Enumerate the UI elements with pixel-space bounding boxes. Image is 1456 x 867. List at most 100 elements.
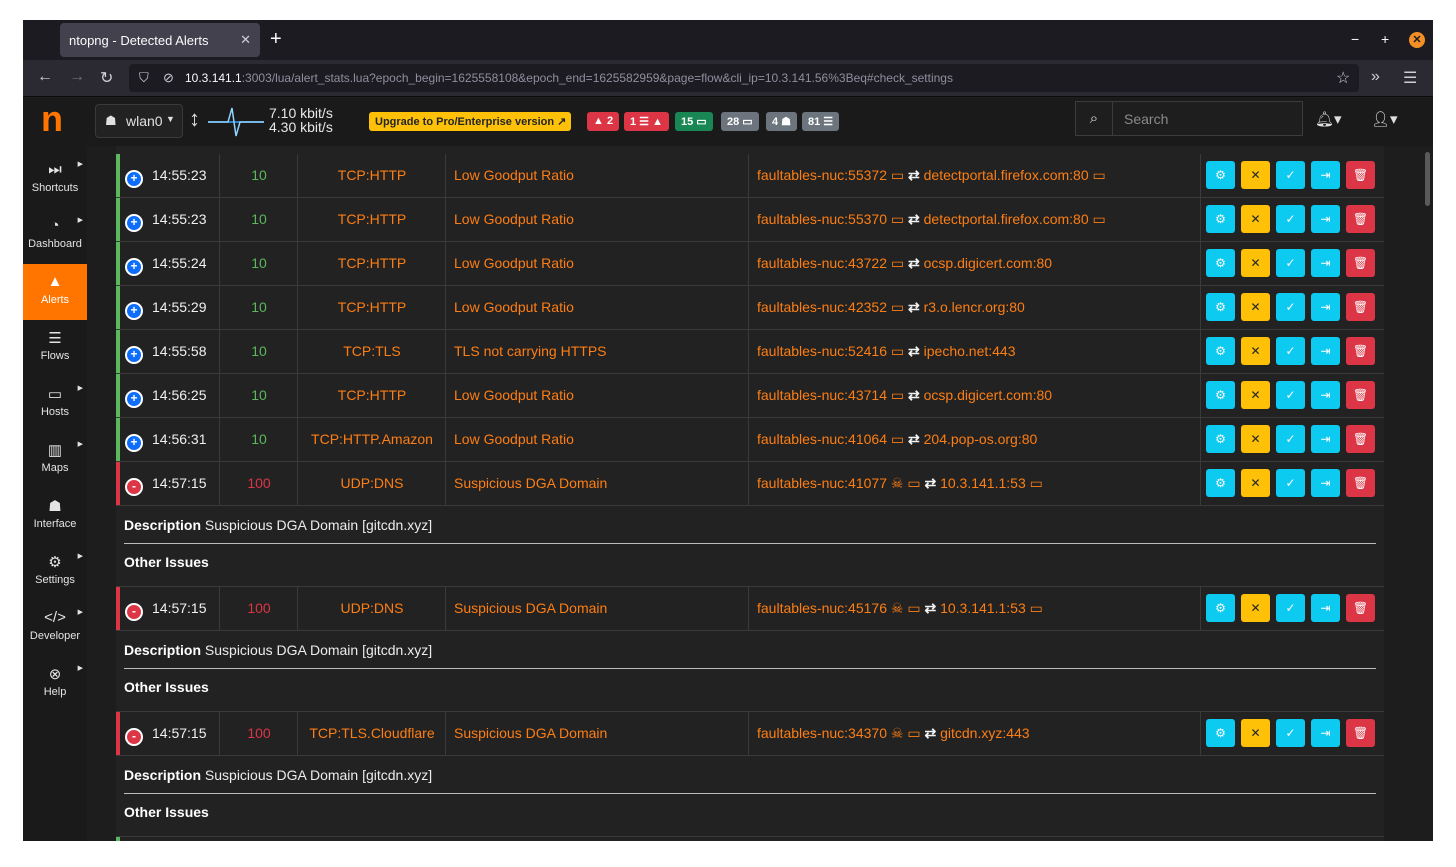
server-host[interactable]: ipecho.net:443 bbox=[924, 343, 1016, 359]
server-host[interactable]: detectportal.firefox.com:80 bbox=[924, 211, 1089, 227]
client-host[interactable]: faultables-nuc:52416 bbox=[757, 343, 887, 359]
sidebar-item-interface[interactable]: ☗ Interface bbox=[23, 488, 87, 544]
sidebar-item-developer[interactable]: </> Developer ▶ bbox=[23, 600, 87, 656]
l7-protocol[interactable]: TCP:TLS.Cloudflare bbox=[298, 725, 446, 741]
delete-trash-button[interactable]: 🗑︎ bbox=[1346, 469, 1375, 497]
exclude-host-button[interactable]: ⇥ bbox=[1311, 205, 1340, 233]
settings-gear-button[interactable]: ⚙ bbox=[1206, 719, 1235, 747]
l7-protocol[interactable]: TCP:HTTP bbox=[298, 211, 446, 227]
devices-badge[interactable]: 4 ☗ bbox=[766, 112, 798, 131]
exclude-host-button[interactable]: ⇥ bbox=[1311, 469, 1340, 497]
search-icon[interactable]: ⌕ bbox=[1076, 102, 1113, 135]
exclude-host-button[interactable]: ⇥ bbox=[1311, 719, 1340, 747]
client-host[interactable]: faultables-nuc:42352 bbox=[757, 299, 887, 315]
client-host[interactable]: faultables-nuc:55372 bbox=[757, 167, 887, 183]
flows-badge[interactable]: 81 ☰ bbox=[802, 112, 840, 131]
local-hosts-badge[interactable]: 15 ▭ bbox=[675, 112, 713, 131]
l7-protocol[interactable]: TCP:HTTP bbox=[298, 387, 446, 403]
user-menu-icon[interactable]: 👤︎▾ bbox=[1371, 110, 1398, 128]
sidebar-item-maps[interactable]: ▥ Maps ▶ bbox=[23, 432, 87, 488]
alert-type[interactable]: Low Goodput Ratio bbox=[454, 255, 574, 271]
acknowledge-user-button[interactable]: ✓ bbox=[1276, 469, 1305, 497]
alert-badge-engaged[interactable]: ▲ 2 bbox=[587, 112, 620, 131]
alert-type[interactable]: Suspicious DGA Domain bbox=[454, 475, 607, 491]
client-host[interactable]: faultables-nuc:41064 bbox=[757, 431, 887, 447]
exclude-host-button[interactable]: ⇥ bbox=[1311, 249, 1340, 277]
url-bar[interactable]: ⛉ ⊘ 10.3.141.1:3003/lua/alert_stats.lua?… bbox=[129, 64, 1359, 92]
browser-tab[interactable]: ntopng - Detected Alerts ✕ bbox=[60, 23, 260, 57]
client-host[interactable]: faultables-nuc:43714 bbox=[757, 387, 887, 403]
acknowledge-user-button[interactable]: ✓ bbox=[1276, 161, 1305, 189]
shield-icon[interactable]: ⛉ bbox=[139, 70, 149, 86]
acknowledge-user-button[interactable]: ✓ bbox=[1276, 249, 1305, 277]
url-text[interactable]: 10.3.141.1:3003/lua/alert_stats.lua?epoc… bbox=[185, 71, 953, 85]
server-host[interactable]: detectportal.firefox.com:80 bbox=[924, 167, 1089, 183]
alert-type[interactable]: Suspicious DGA Domain bbox=[454, 725, 607, 741]
disable-alert-button[interactable]: ✕ bbox=[1241, 594, 1270, 622]
ntopng-logo[interactable]: n bbox=[41, 101, 71, 138]
sidebar-item-flows[interactable]: ☰ Flows bbox=[23, 320, 87, 376]
back-arrow-icon[interactable]: ← bbox=[37, 68, 53, 86]
sidebar-item-hosts[interactable]: ▭ Hosts ▶ bbox=[23, 376, 87, 432]
page-scrollbar[interactable] bbox=[1425, 152, 1430, 206]
server-host[interactable]: r3.o.lencr.org:80 bbox=[924, 299, 1025, 315]
menu-icon[interactable]: ☰ bbox=[1403, 68, 1417, 88]
client-host[interactable]: faultables-nuc:45176 bbox=[757, 600, 887, 616]
sidebar-item-settings[interactable]: ⚙ Settings ▶ bbox=[23, 544, 87, 600]
alert-type[interactable]: Low Goodput Ratio bbox=[454, 167, 574, 183]
server-host[interactable]: 10.3.141.1:53 bbox=[940, 600, 1026, 616]
tab-close-icon[interactable]: ✕ bbox=[240, 32, 251, 48]
expand-icon[interactable]: + bbox=[125, 170, 143, 188]
disable-alert-button[interactable]: ✕ bbox=[1241, 719, 1270, 747]
expand-icon[interactable]: + bbox=[125, 390, 143, 408]
expand-icon[interactable]: + bbox=[125, 214, 143, 232]
client-host[interactable]: faultables-nuc:43722 bbox=[757, 255, 887, 271]
interface-selector[interactable]: ☗ wlan0 ▼ bbox=[95, 104, 183, 138]
acknowledge-user-button[interactable]: ✓ bbox=[1276, 337, 1305, 365]
disable-alert-button[interactable]: ✕ bbox=[1241, 381, 1270, 409]
minimize-button[interactable]: − bbox=[1351, 31, 1359, 47]
search-input[interactable] bbox=[1114, 102, 1302, 135]
collapse-icon[interactable]: - bbox=[125, 603, 143, 621]
settings-gear-button[interactable]: ⚙ bbox=[1206, 469, 1235, 497]
acknowledge-user-button[interactable]: ✓ bbox=[1276, 719, 1305, 747]
l7-protocol[interactable]: UDP:DNS bbox=[298, 600, 446, 616]
server-host[interactable]: ocsp.digicert.com:80 bbox=[924, 387, 1052, 403]
exclude-host-button[interactable]: ⇥ bbox=[1311, 594, 1340, 622]
settings-gear-button[interactable]: ⚙ bbox=[1206, 425, 1235, 453]
delete-trash-button[interactable]: 🗑︎ bbox=[1346, 337, 1375, 365]
exclude-host-button[interactable]: ⇥ bbox=[1311, 293, 1340, 321]
server-host[interactable]: ocsp.digicert.com:80 bbox=[924, 255, 1052, 271]
exclude-host-button[interactable]: ⇥ bbox=[1311, 337, 1340, 365]
disable-alert-button[interactable]: ✕ bbox=[1241, 205, 1270, 233]
settings-gear-button[interactable]: ⚙ bbox=[1206, 205, 1235, 233]
delete-trash-button[interactable]: 🗑︎ bbox=[1346, 594, 1375, 622]
delete-trash-button[interactable]: 🗑︎ bbox=[1346, 161, 1375, 189]
overflow-chevron-icon[interactable]: » bbox=[1371, 68, 1380, 86]
delete-trash-button[interactable]: 🗑︎ bbox=[1346, 205, 1375, 233]
delete-trash-button[interactable]: 🗑︎ bbox=[1346, 425, 1375, 453]
disable-alert-button[interactable]: ✕ bbox=[1241, 469, 1270, 497]
expand-icon[interactable]: + bbox=[125, 434, 143, 452]
alert-type[interactable]: Low Goodput Ratio bbox=[454, 387, 574, 403]
disable-alert-button[interactable]: ✕ bbox=[1241, 293, 1270, 321]
settings-gear-button[interactable]: ⚙ bbox=[1206, 249, 1235, 277]
upgrade-button[interactable]: Upgrade to Pro/Enterprise version ↗ bbox=[369, 112, 571, 131]
expand-icon[interactable]: + bbox=[125, 346, 143, 364]
delete-trash-button[interactable]: 🗑︎ bbox=[1346, 249, 1375, 277]
settings-gear-button[interactable]: ⚙ bbox=[1206, 293, 1235, 321]
acknowledge-user-button[interactable]: ✓ bbox=[1276, 381, 1305, 409]
forward-arrow-icon[interactable]: → bbox=[69, 68, 85, 86]
sidebar-item-help[interactable]: ⊗ Help ▶ bbox=[23, 656, 87, 712]
expand-icon[interactable]: + bbox=[125, 302, 143, 320]
acknowledge-user-button[interactable]: ✓ bbox=[1276, 594, 1305, 622]
collapse-icon[interactable]: - bbox=[125, 728, 143, 746]
delete-trash-button[interactable]: 🗑︎ bbox=[1346, 381, 1375, 409]
alert-type[interactable]: TLS not carrying HTTPS bbox=[454, 343, 607, 359]
maximize-button[interactable]: + bbox=[1381, 31, 1389, 47]
l7-protocol[interactable]: UDP:DNS bbox=[298, 475, 446, 491]
settings-gear-button[interactable]: ⚙ bbox=[1206, 161, 1235, 189]
delete-trash-button[interactable]: 🗑︎ bbox=[1346, 719, 1375, 747]
server-host[interactable]: gitcdn.xyz:443 bbox=[940, 725, 1030, 741]
alert-type[interactable]: Suspicious DGA Domain bbox=[454, 600, 607, 616]
